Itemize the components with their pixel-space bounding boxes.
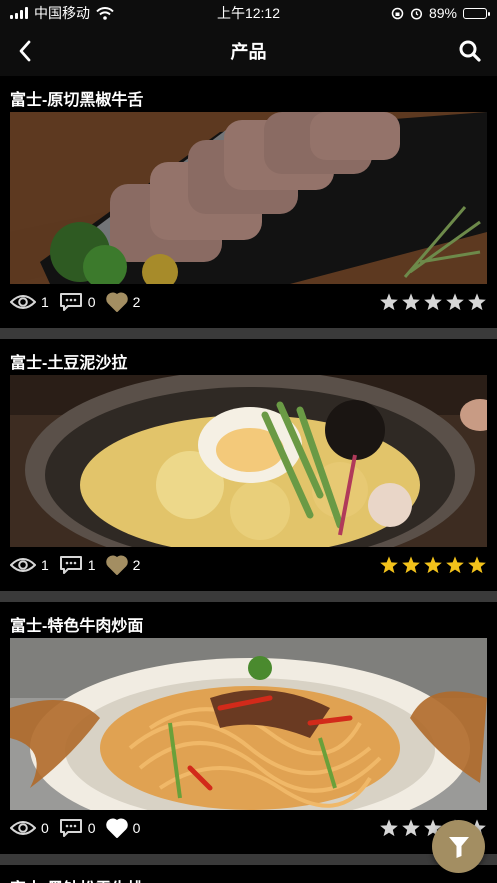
search-button[interactable]	[457, 38, 483, 64]
heart-icon	[105, 818, 128, 838]
comments-stat[interactable]: 0	[59, 292, 96, 312]
likes-count: 0	[132, 820, 141, 836]
battery-icon	[463, 7, 490, 19]
product-title: 富士-原切黑椒牛舌	[10, 92, 144, 109]
comments-count: 0	[87, 820, 96, 836]
star-icon	[380, 556, 398, 574]
star-icon	[468, 556, 486, 574]
filter-button[interactable]	[432, 820, 485, 873]
likes-stat[interactable]: 2	[105, 292, 141, 312]
comment-icon	[59, 556, 82, 574]
product-card[interactable]: 富士-土豆泥沙拉 1 1 2	[0, 339, 497, 591]
product-title: 富士-黑钻松露牛排	[10, 875, 487, 883]
search-icon	[459, 40, 481, 62]
views-stat: 0	[10, 820, 49, 836]
star-icon	[468, 293, 486, 311]
eye-icon	[10, 558, 36, 572]
views-count: 1	[41, 557, 49, 573]
status-bar: 中国移动 上午12:12 89%	[0, 0, 497, 26]
rating-stars	[379, 292, 487, 312]
carrier-label: 中国移动	[34, 5, 90, 21]
star-icon	[424, 293, 442, 311]
likes-count: 2	[132, 557, 141, 573]
comments-stat[interactable]: 1	[59, 555, 96, 575]
star-icon	[424, 556, 442, 574]
star-icon	[380, 819, 398, 837]
product-card[interactable]: 富士-黑钻松露牛排	[0, 865, 497, 883]
chevron-left-icon	[19, 40, 31, 62]
rating-stars	[379, 555, 487, 575]
likes-stat[interactable]: 0	[105, 818, 141, 838]
views-count: 0	[41, 820, 49, 836]
eye-icon	[10, 821, 36, 835]
battery-percent: 89%	[428, 5, 457, 21]
product-image[interactable]	[10, 638, 487, 810]
views-stat: 1	[10, 294, 49, 310]
star-icon	[402, 819, 420, 837]
wifi-icon	[96, 6, 114, 20]
comment-icon	[59, 293, 82, 311]
star-icon	[402, 556, 420, 574]
product-title: 富士-特色牛肉炒面	[10, 618, 144, 635]
signal-icon	[10, 7, 28, 19]
product-title: 富士-土豆泥沙拉	[10, 355, 128, 372]
filter-icon	[448, 836, 469, 858]
views-stat: 1	[10, 557, 49, 573]
product-stats: 0 0 0	[10, 818, 144, 838]
comments-stat[interactable]: 0	[59, 818, 96, 838]
product-card[interactable]: 富士-特色牛肉炒面 0 0 0	[0, 602, 497, 854]
product-card[interactable]: 富士-原切黑椒牛舌 1 0 2	[0, 76, 497, 328]
likes-count: 2	[132, 294, 141, 310]
star-icon	[446, 556, 464, 574]
product-meta: 0 0 0	[10, 810, 487, 846]
views-count: 1	[41, 294, 49, 310]
comments-count: 1	[87, 557, 96, 573]
product-meta: 1 0 2	[10, 284, 487, 320]
status-right: 89%	[391, 5, 490, 21]
eye-icon	[10, 295, 36, 309]
product-stats: 1 0 2	[10, 292, 144, 312]
heart-icon	[105, 292, 128, 312]
orientation-lock-icon	[391, 7, 404, 19]
star-icon	[402, 293, 420, 311]
star-icon	[380, 293, 398, 311]
likes-stat[interactable]: 2	[105, 555, 141, 575]
product-stats: 1 1 2	[10, 555, 144, 575]
star-icon	[446, 293, 464, 311]
status-left: 中国移动	[10, 3, 114, 23]
product-image[interactable]	[10, 112, 487, 284]
comments-count: 0	[87, 294, 96, 310]
nav-bar: 产品	[0, 26, 497, 76]
heart-icon	[105, 555, 128, 575]
page-title: 产品	[230, 42, 267, 62]
product-image[interactable]	[10, 375, 487, 547]
alarm-icon	[410, 7, 423, 20]
product-list: 富士-原切黑椒牛舌 1 0 2 富士-土豆泥沙拉 1 1 2 富士-特色牛肉炒面…	[0, 76, 497, 883]
comment-icon	[59, 819, 82, 837]
back-button[interactable]	[12, 38, 38, 64]
product-meta: 1 1 2	[10, 547, 487, 583]
